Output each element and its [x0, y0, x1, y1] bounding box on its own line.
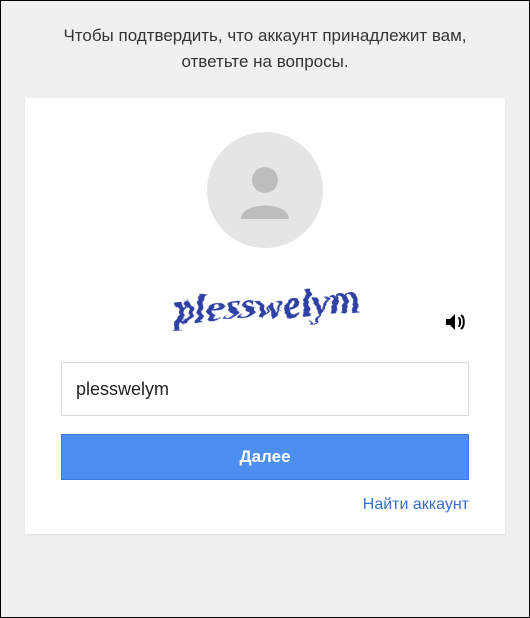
user-icon	[230, 155, 300, 225]
avatar-placeholder	[207, 132, 323, 248]
next-button[interactable]: Далее	[61, 434, 469, 480]
avatar-row	[61, 132, 469, 248]
instruction-line-2: ответьте на вопросы.	[181, 52, 348, 71]
speaker-icon	[443, 310, 467, 334]
instruction-text: Чтобы подтвердить, что аккаунт принадлеж…	[1, 1, 529, 88]
page-container: Чтобы подтвердить, что аккаунт принадлеж…	[0, 0, 530, 618]
instruction-line-1: Чтобы подтвердить, что аккаунт принадлеж…	[63, 26, 466, 45]
captcha-text-glyphs: plesswelym	[168, 274, 358, 329]
captcha-row: plesswelym	[61, 266, 469, 340]
form-card: plesswelym Далее Найти аккаунт	[25, 98, 505, 534]
find-account-row: Найти аккаунт	[61, 496, 469, 514]
captcha-distorted-text: plesswelym	[145, 269, 385, 337]
captcha-image: plesswelym	[135, 266, 395, 340]
captcha-audio-button[interactable]	[441, 308, 469, 336]
find-account-link[interactable]: Найти аккаунт	[363, 496, 469, 513]
captcha-input[interactable]	[61, 362, 469, 416]
